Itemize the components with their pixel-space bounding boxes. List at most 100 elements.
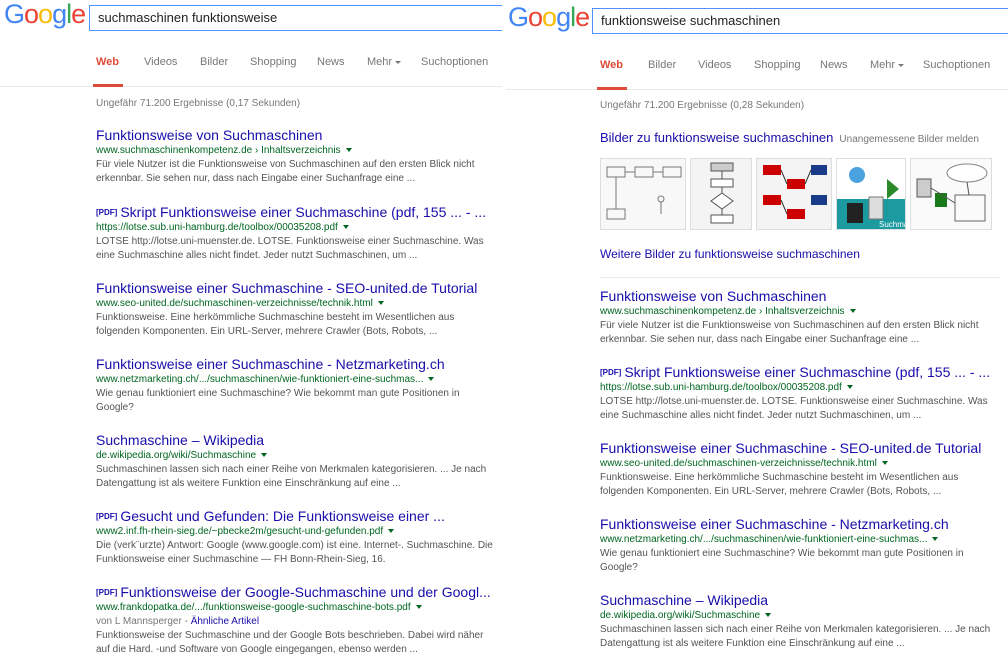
result-title[interactable]: [PDF] Funktionsweise der Google-Suchmasch… xyxy=(96,584,496,601)
result-title[interactable]: Suchmaschine – Wikipedia xyxy=(96,432,496,449)
pdf-badge: [PDF] xyxy=(96,208,118,217)
related-articles-link[interactable]: Ähnliche Artikel xyxy=(191,616,259,627)
result-url: www.seo-united.de/suchmaschinen-verzeich… xyxy=(600,457,1000,471)
search-result: Funktionsweise von Suchmaschinen www.suc… xyxy=(600,288,1000,347)
dropdown-arrow-icon[interactable] xyxy=(261,453,268,458)
diagram-thumbnail-icon xyxy=(606,166,682,220)
dropdown-arrow-icon[interactable] xyxy=(765,613,772,618)
tab-bilder[interactable]: Bilder xyxy=(648,59,676,71)
report-images-link[interactable]: Unangemessene Bilder melden xyxy=(839,134,979,145)
result-title[interactable]: Funktionsweise einer Suchmaschine - SEO-… xyxy=(600,440,1000,457)
tab-web[interactable]: Web xyxy=(600,59,623,71)
dropdown-arrow-icon[interactable] xyxy=(932,537,939,542)
search-input[interactable]: suchmaschinen funktionsweise xyxy=(89,5,502,31)
result-title[interactable]: Funktionsweise von Suchmaschinen xyxy=(600,288,1000,305)
result-title[interactable]: [PDF] Skript Funktionsweise einer Suchmas… xyxy=(600,364,1000,381)
search-engine-diagram-icon: Suchmas xyxy=(837,167,906,229)
images-header-link[interactable]: Bilder zu funktionsweise suchmaschinen xyxy=(600,130,833,145)
search-input[interactable]: funktionsweise suchmaschinen xyxy=(592,8,1008,34)
result-url: www2.inf.fh-rhein-sieg.de/~pbecke2m/gesu… xyxy=(96,525,496,539)
result-title[interactable]: Funktionsweise von Suchmaschinen xyxy=(96,127,496,144)
dropdown-arrow-icon[interactable] xyxy=(415,605,422,610)
result-title[interactable]: Suchmaschine – Wikipedia xyxy=(600,592,1000,609)
result-author: von L Mannsperger - Ähnliche Artikel xyxy=(96,616,260,627)
result-url: www.netzmarketing.ch/.../suchmaschinen/w… xyxy=(96,373,496,387)
dropdown-arrow-icon[interactable] xyxy=(846,385,853,390)
google-logo[interactable]: Google xyxy=(4,0,86,30)
result-url: de.wikipedia.org/wiki/Suchmaschine xyxy=(96,449,496,463)
tab-news[interactable]: News xyxy=(820,59,848,71)
pdf-badge: [PDF] xyxy=(96,588,118,597)
image-thumbnail[interactable]: Suchmas xyxy=(836,158,906,230)
result-title[interactable]: Funktionsweise einer Suchmaschine - Netz… xyxy=(96,356,496,373)
flowchart-thumbnail-icon xyxy=(710,162,734,224)
result-title[interactable]: Funktionsweise einer Suchmaschine - Netz… xyxy=(600,516,1000,533)
internet-diagram-icon xyxy=(916,163,988,222)
pdf-badge: [PDF] xyxy=(600,368,622,377)
google-logo[interactable]: Google xyxy=(508,2,590,33)
result-snippet: Funktionsweise. Eine herkömmliche Suchma… xyxy=(600,472,959,497)
result-url: de.wikipedia.org/wiki/Suchmaschine xyxy=(600,609,1000,623)
dropdown-arrow-icon[interactable] xyxy=(345,148,352,153)
result-snippet: LOTSE http://lotse.uni-muenster.de. LOTS… xyxy=(600,396,988,421)
result-title[interactable]: [PDF] Skript Funktionsweise einer Suchmas… xyxy=(96,204,496,221)
images-header: Bilder zu funktionsweise suchmaschinen Un… xyxy=(600,130,979,145)
dropdown-arrow-icon[interactable] xyxy=(428,377,435,382)
left-search-page: Google suchmaschinen funktionsweise Web … xyxy=(0,0,502,661)
more-images-link[interactable]: Weitere Bilder zu funktionsweise suchmas… xyxy=(600,247,860,261)
search-result: Funktionsweise einer Suchmaschine - SEO-… xyxy=(600,440,1000,499)
active-tab-indicator xyxy=(597,87,627,90)
search-result: [PDF] Skript Funktionsweise einer Suchmas… xyxy=(600,364,1000,423)
tab-news[interactable]: News xyxy=(317,56,345,68)
thumbnail-caption: Suchmas xyxy=(879,220,906,229)
result-url: www.frankdopatka.de/.../funktionsweise-g… xyxy=(96,601,496,615)
tab-shopping[interactable]: Shopping xyxy=(250,56,297,68)
search-result: [PDF] Skript Funktionsweise einer Suchmas… xyxy=(96,204,496,263)
result-stats: Ungefähr 71.200 Ergebnisse (0,17 Sekunde… xyxy=(96,98,301,109)
chevron-down-icon xyxy=(898,63,905,67)
image-thumbnail[interactable] xyxy=(756,158,832,230)
dropdown-arrow-icon[interactable] xyxy=(849,309,856,314)
tab-suchoptionen[interactable]: Suchoptionen xyxy=(923,59,990,71)
tab-mehr[interactable]: Mehr xyxy=(367,56,402,68)
section-divider xyxy=(600,277,1000,278)
active-tab-indicator xyxy=(93,84,123,87)
result-snippet: Wie genau funktioniert eine Suchmaschine… xyxy=(600,548,964,573)
tab-mehr[interactable]: Mehr xyxy=(870,59,905,71)
search-result: Suchmaschine – Wikipedia de.wikipedia.or… xyxy=(96,432,496,491)
red-diagram-thumbnail-icon xyxy=(763,165,827,219)
result-title[interactable]: Funktionsweise einer Suchmaschine - SEO-… xyxy=(96,280,496,297)
tab-suchoptionen[interactable]: Suchoptionen xyxy=(421,56,488,68)
search-result: Suchmaschine – Wikipedia de.wikipedia.or… xyxy=(600,592,1000,651)
search-result: Funktionsweise von Suchmaschinen www.suc… xyxy=(96,127,496,186)
result-stats: Ungefähr 71.200 Ergebnisse (0,28 Sekunde… xyxy=(600,100,805,111)
image-thumbnail[interactable] xyxy=(600,158,686,230)
result-snippet: Die (verk¨urzte) Antwort: Google (www.go… xyxy=(96,540,493,565)
image-thumbnail[interactable] xyxy=(910,158,992,230)
result-url: www.suchmaschinenkompetenz.de › Inhaltsv… xyxy=(96,144,496,158)
dropdown-arrow-icon[interactable] xyxy=(881,461,888,466)
result-title[interactable]: [PDF] Gesucht und Gefunden: Die Funktions… xyxy=(96,508,496,525)
result-url: www.suchmaschinenkompetenz.de › Inhaltsv… xyxy=(600,305,1000,319)
tab-videos[interactable]: Videos xyxy=(144,56,177,68)
tab-web[interactable]: Web xyxy=(96,56,119,68)
chevron-down-icon xyxy=(395,60,402,64)
search-result: Funktionsweise einer Suchmaschine - Netz… xyxy=(600,516,1000,575)
result-snippet: Suchmaschinen lassen sich nach einer Rei… xyxy=(96,464,487,489)
dropdown-arrow-icon[interactable] xyxy=(377,301,384,306)
tab-videos[interactable]: Videos xyxy=(698,59,731,71)
result-url: www.netzmarketing.ch/.../suchmaschinen/w… xyxy=(600,533,1000,547)
result-url: www.seo-united.de/suchmaschinen-verzeich… xyxy=(96,297,496,311)
result-url: https://lotse.sub.uni-hamburg.de/toolbox… xyxy=(600,381,1000,395)
tab-bilder[interactable]: Bilder xyxy=(200,56,228,68)
result-snippet: LOTSE http://lotse.uni-muenster.de. LOTS… xyxy=(96,236,484,261)
dropdown-arrow-icon[interactable] xyxy=(388,529,395,534)
result-snippet: Suchmaschinen lassen sich nach einer Rei… xyxy=(600,624,991,649)
result-snippet: Für viele Nutzer ist die Funktionsweise … xyxy=(96,159,475,184)
tab-shopping[interactable]: Shopping xyxy=(754,59,801,71)
image-strip: Suchmas xyxy=(600,158,1000,230)
result-snippet: Für viele Nutzer ist die Funktionsweise … xyxy=(600,320,979,345)
result-snippet: Wie genau funktioniert eine Suchmaschine… xyxy=(96,388,460,413)
image-thumbnail[interactable] xyxy=(690,158,752,230)
dropdown-arrow-icon[interactable] xyxy=(342,225,349,230)
